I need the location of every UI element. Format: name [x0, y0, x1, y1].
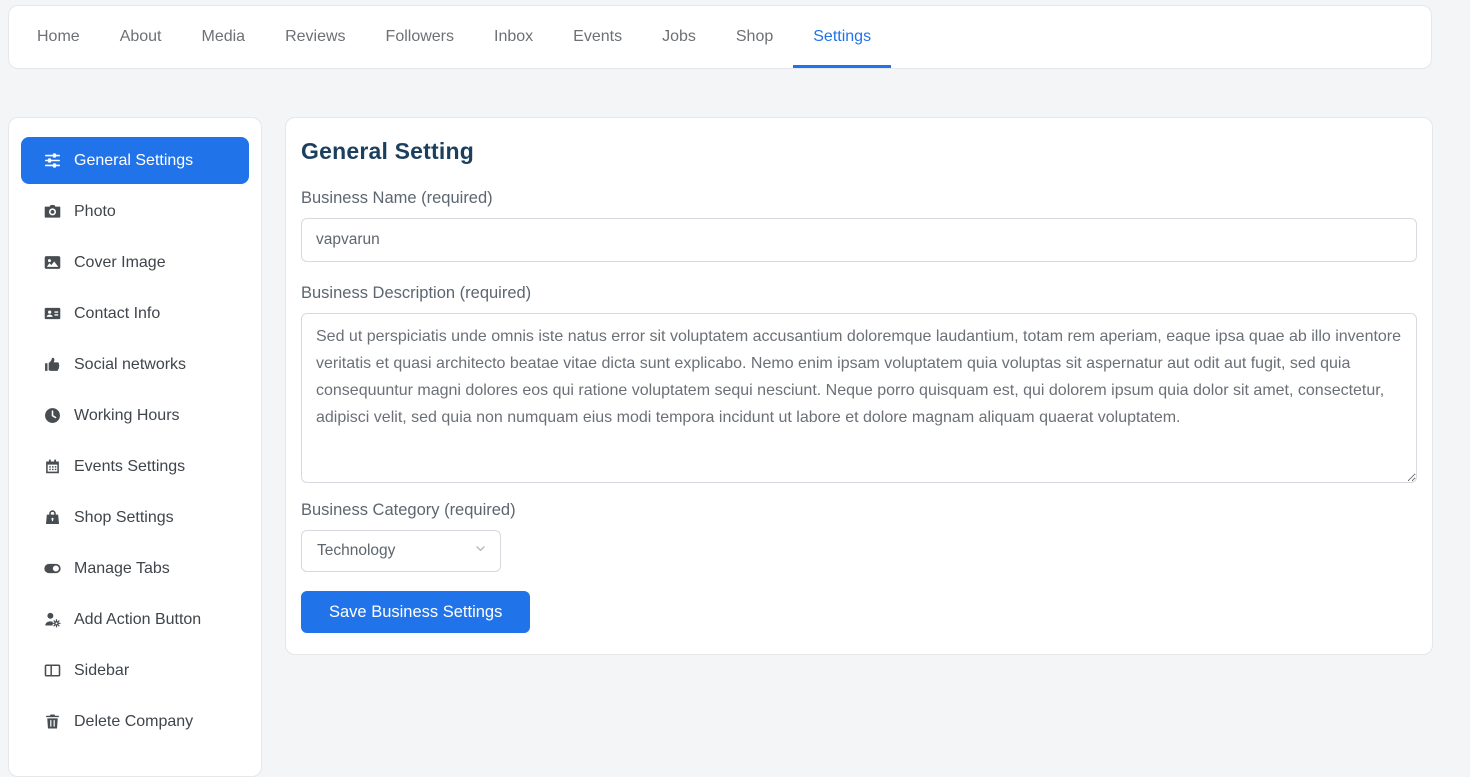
sidebar-item-label: Contact Info — [74, 305, 160, 323]
business-name-label: Business Name (required) — [301, 189, 1417, 208]
thumbs-up-icon — [44, 356, 61, 373]
toggle-icon — [44, 560, 61, 577]
user-gear-icon — [44, 611, 61, 628]
clock-icon — [44, 407, 61, 424]
sidebar-item-label: Manage Tabs — [74, 560, 170, 578]
sidebar-item-delete-company[interactable]: Delete Company — [21, 698, 249, 745]
sidebar-item-label: Delete Company — [74, 713, 193, 731]
sidebar-item-contact-info[interactable]: Contact Info — [21, 290, 249, 337]
sidebar-item-sidebar[interactable]: Sidebar — [21, 647, 249, 694]
business-name-input[interactable] — [301, 218, 1417, 262]
business-category-select[interactable]: Technology — [301, 530, 501, 572]
tab-home[interactable]: Home — [17, 6, 100, 68]
tab-events[interactable]: Events — [553, 6, 642, 68]
sidebar-item-label: Social networks — [74, 356, 186, 374]
sidebar-item-working-hours[interactable]: Working Hours — [21, 392, 249, 439]
settings-sidebar: General Settings Photo Cover Image Conta… — [8, 117, 262, 777]
save-business-settings-button[interactable]: Save Business Settings — [301, 591, 530, 633]
sidebar-item-label: General Settings — [74, 152, 193, 170]
sliders-icon — [44, 152, 61, 169]
business-category-selected-value: Technology — [317, 542, 395, 560]
sidebar-item-label: Cover Image — [74, 254, 166, 272]
chevron-down-icon — [474, 542, 487, 560]
sidebar-item-cover-image[interactable]: Cover Image — [21, 239, 249, 286]
image-icon — [44, 254, 61, 271]
top-nav: Home About Media Reviews Followers Inbox… — [8, 5, 1432, 69]
tab-jobs[interactable]: Jobs — [642, 6, 716, 68]
sidebar-item-social-networks[interactable]: Social networks — [21, 341, 249, 388]
camera-icon — [44, 203, 61, 220]
tab-settings[interactable]: Settings — [793, 6, 891, 68]
sidebar-item-general-settings[interactable]: General Settings — [21, 137, 249, 184]
calendar-icon — [44, 458, 61, 475]
sidebar-item-manage-tabs[interactable]: Manage Tabs — [21, 545, 249, 592]
sidebar-item-photo[interactable]: Photo — [21, 188, 249, 235]
tab-inbox[interactable]: Inbox — [474, 6, 553, 68]
shopping-bag-icon — [44, 509, 61, 526]
sidebar-item-label: Add Action Button — [74, 611, 201, 629]
sidebar-item-label: Working Hours — [74, 407, 180, 425]
address-card-icon — [44, 305, 61, 322]
trash-icon — [44, 713, 61, 730]
sidebar-item-add-action-button[interactable]: Add Action Button — [21, 596, 249, 643]
tab-about[interactable]: About — [100, 6, 182, 68]
business-description-label: Business Description (required) — [301, 284, 1417, 303]
business-description-textarea[interactable]: Sed ut perspiciatis unde omnis iste natu… — [301, 313, 1417, 483]
sidebar-item-events-settings[interactable]: Events Settings — [21, 443, 249, 490]
tab-media[interactable]: Media — [182, 6, 266, 68]
tab-followers[interactable]: Followers — [366, 6, 474, 68]
business-category-label: Business Category (required) — [301, 501, 1417, 520]
tab-reviews[interactable]: Reviews — [265, 6, 365, 68]
sidebar-item-shop-settings[interactable]: Shop Settings — [21, 494, 249, 541]
sidebar-item-label: Photo — [74, 203, 116, 221]
columns-icon — [44, 662, 61, 679]
sidebar-item-label: Sidebar — [74, 662, 129, 680]
page-title: General Setting — [301, 138, 1417, 165]
general-settings-panel: General Setting Business Name (required)… — [285, 117, 1433, 655]
sidebar-item-label: Events Settings — [74, 458, 185, 476]
tab-shop[interactable]: Shop — [716, 6, 793, 68]
sidebar-item-label: Shop Settings — [74, 509, 174, 527]
